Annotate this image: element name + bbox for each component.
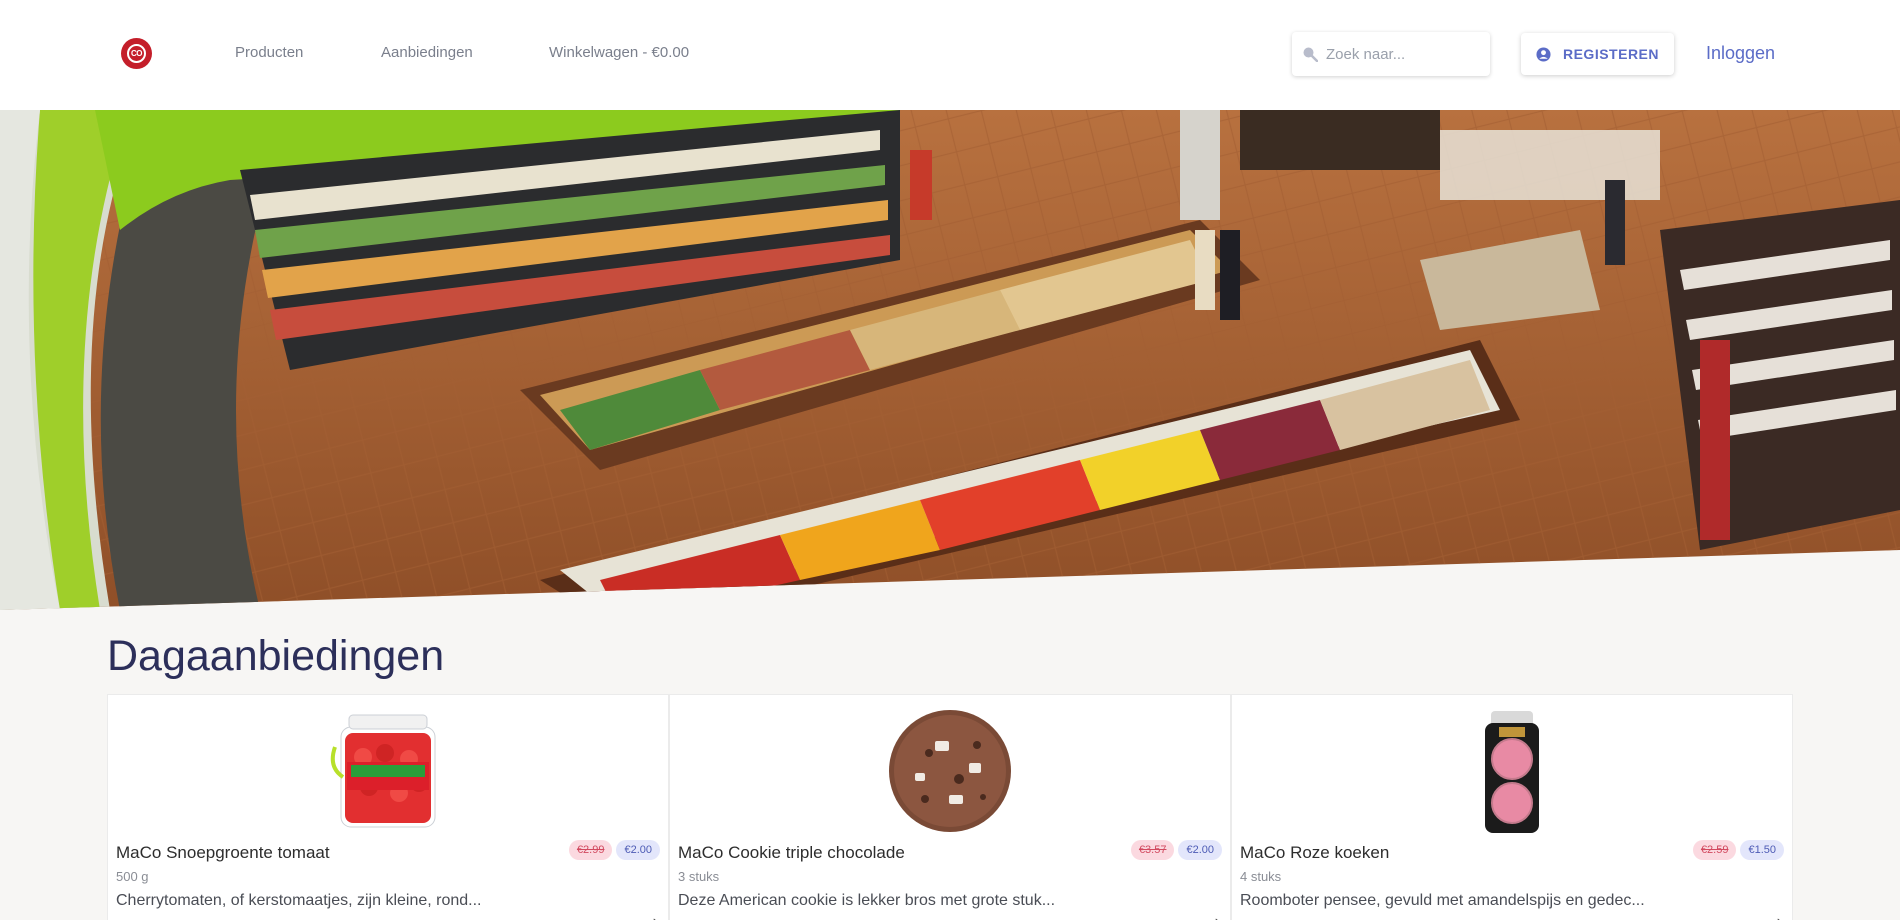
product-unit: 3 stuks <box>678 869 720 884</box>
new-price-badge: €2.00 <box>1178 840 1222 860</box>
chevron-right-icon[interactable]: › <box>653 913 658 920</box>
chevron-right-icon[interactable]: › <box>1777 913 1782 920</box>
nav-producten[interactable]: Producten <box>235 44 303 61</box>
product-image-cookie <box>889 710 1011 832</box>
product-unit: 4 stuks <box>1240 869 1282 884</box>
search-icon <box>1303 47 1318 62</box>
register-label: REGISTEREN <box>1562 46 1659 62</box>
product-description: Roomboter pensee, gevuld met amandelspij… <box>1240 892 1645 909</box>
old-price-badge: €2.59 <box>1692 840 1737 860</box>
product-card[interactable]: MaCo Cookie triple chocolade €3.57 €2.00… <box>669 694 1231 920</box>
chevron-right-icon[interactable]: › <box>1215 913 1220 920</box>
old-price-badge: €3.57 <box>1130 840 1175 860</box>
brand-logo[interactable]: CO <box>121 38 152 69</box>
price-badges: €3.57 €2.00 <box>1130 840 1222 860</box>
product-unit: 500 g <box>116 869 149 884</box>
nav-winkelwagen[interactable]: Winkelwagen - €0.00 <box>549 44 689 61</box>
product-description: Deze American cookie is lekker bros met … <box>678 892 1056 909</box>
hero-supermarket-image <box>0 110 1900 610</box>
hero-banner <box>0 110 1900 610</box>
nav-aanbiedingen[interactable]: Aanbiedingen <box>381 44 473 61</box>
product-cards: MaCo Snoepgroente tomaat €2.99 €2.00 500… <box>107 694 1794 920</box>
price-badges: €2.99 €2.00 <box>568 840 660 860</box>
product-image-tomato <box>330 714 436 828</box>
new-price-badge: €1.50 <box>1740 840 1784 860</box>
section-title: Dagaanbiedingen <box>107 632 445 680</box>
product-image-roze-koeken <box>1485 711 1539 833</box>
register-button[interactable]: REGISTEREN <box>1521 33 1674 75</box>
login-link[interactable]: Inloggen <box>1706 43 1775 64</box>
product-card[interactable]: MaCo Roze koeken €2.59 €1.50 4 stuks Roo… <box>1231 694 1793 920</box>
product-description: Cherrytomaten, of kerstomaatjes, zijn kl… <box>116 892 482 909</box>
product-card[interactable]: MaCo Snoepgroente tomaat €2.99 €2.00 500… <box>107 694 669 920</box>
site-header: CO Producten Aanbiedingen Winkelwagen - … <box>0 0 1900 110</box>
search-box[interactable] <box>1292 32 1490 76</box>
user-icon <box>1536 46 1551 62</box>
price-badges: €2.59 €1.50 <box>1692 840 1784 860</box>
product-name: MaCo Roze koeken <box>1240 843 1390 862</box>
search-input[interactable] <box>1326 45 1476 63</box>
old-price-badge: €2.99 <box>568 840 613 860</box>
product-name: MaCo Cookie triple chocolade <box>678 843 905 862</box>
product-name: MaCo Snoepgroente tomaat <box>116 843 330 862</box>
new-price-badge: €2.00 <box>616 840 660 860</box>
